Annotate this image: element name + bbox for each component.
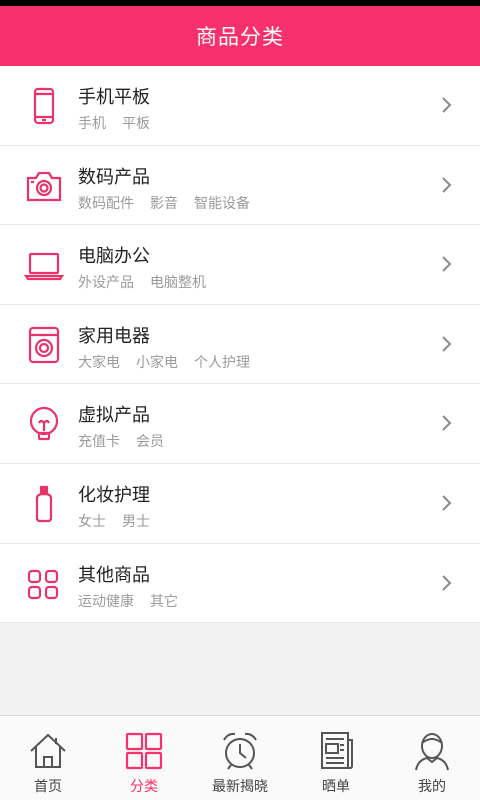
subcategory-link[interactable]: 小家电 [136,352,178,372]
subcategory-link[interactable]: 外设产品 [78,272,134,292]
tab-label: 我的 [418,779,446,795]
subcategory-link[interactable]: 个人护理 [194,352,250,372]
category-row-virtual[interactable]: 虚拟产品 充值卡 会员 [0,384,480,464]
subcategory-link[interactable]: 其它 [150,591,178,611]
tab-label: 晒单 [322,779,350,795]
chevron-right-icon [440,574,452,592]
newspaper-icon [316,730,356,772]
subcategory-list: 数码配件 影音 智能设备 [78,193,250,213]
subcategory-link[interactable]: 运动健康 [78,591,134,611]
grid-icon [24,564,64,604]
subcategory-link[interactable]: 电脑整机 [150,272,206,292]
subcategory-link[interactable]: 平板 [122,113,150,133]
subcategory-link[interactable]: 会员 [136,431,164,451]
category-list: 手机平板 手机 平板 数码产品 数码配件 影音 智能设备 电脑办公 外设产品 电… [0,66,480,624]
subcategory-link[interactable]: 影音 [150,193,178,213]
category-title: 数码产品 [78,166,150,188]
tab-show-order[interactable]: 晒单 [288,716,384,800]
category-title: 虚拟产品 [78,405,150,427]
subcategory-list: 女士 男士 [78,511,150,531]
phone-icon [24,86,64,126]
category-row-digital[interactable]: 数码产品 数码配件 影音 智能设备 [0,145,480,226]
lightbulb-icon [24,404,64,444]
tab-label: 首页 [34,779,62,795]
subcategory-list: 手机 平板 [78,113,150,133]
chevron-right-icon [440,414,452,432]
category-title: 手机平板 [78,87,150,108]
category-row-appliance[interactable]: 家用电器 大家电 小家电 个人护理 [0,304,480,385]
subcategory-link[interactable]: 女士 [78,511,106,531]
alarm-clock-icon [220,730,260,772]
tab-mine[interactable]: 我的 [384,716,480,800]
bottom-tab-bar: 首页 分类 最新揭晓 晒单 我的 [0,715,480,800]
page-title: 商品分类 [196,25,284,49]
subcategory-link[interactable]: 充值卡 [78,431,120,451]
home-icon [28,730,68,772]
subcategory-list: 运动健康 其它 [78,591,178,611]
subcategory-link[interactable]: 智能设备 [194,193,250,213]
chevron-right-icon [440,255,452,273]
subcategory-list: 大家电 小家电 个人护理 [78,352,250,372]
header: 商品分类 [0,6,480,66]
empty-area [0,623,480,715]
bottle-icon [24,484,64,524]
subcategory-list: 外设产品 电脑整机 [78,272,206,292]
category-row-other[interactable]: 其他商品 运动健康 其它 [0,543,480,624]
category-title: 电脑办公 [78,246,150,268]
tab-latest-reveal[interactable]: 最新揭晓 [192,716,288,800]
subcategory-link[interactable]: 手机 [78,113,106,133]
category-title: 家用电器 [78,325,150,347]
tab-label: 最新揭晓 [212,779,268,795]
tab-label: 分类 [130,779,158,795]
category-title: 化妆护理 [78,484,150,506]
subcategory-link[interactable]: 数码配件 [78,193,134,213]
category-icon [124,730,164,772]
chevron-right-icon [440,335,452,353]
category-row-computer[interactable]: 电脑办公 外设产品 电脑整机 [0,225,480,305]
category-title: 其他商品 [78,564,150,586]
subcategory-link[interactable]: 男士 [122,511,150,531]
tab-home[interactable]: 首页 [0,716,96,800]
subcategory-list: 充值卡 会员 [78,431,164,451]
chevron-right-icon [440,494,452,512]
washer-icon [24,325,64,365]
category-row-cosmetics[interactable]: 化妆护理 女士 男士 [0,463,480,544]
user-icon [412,730,452,772]
camera-icon [24,166,64,206]
laptop-icon [24,245,64,285]
tab-category[interactable]: 分类 [96,716,192,800]
category-row-phone[interactable]: 手机平板 手机 平板 [0,66,480,146]
subcategory-link[interactable]: 大家电 [78,352,120,372]
chevron-right-icon [440,96,452,114]
chevron-right-icon [440,176,452,194]
